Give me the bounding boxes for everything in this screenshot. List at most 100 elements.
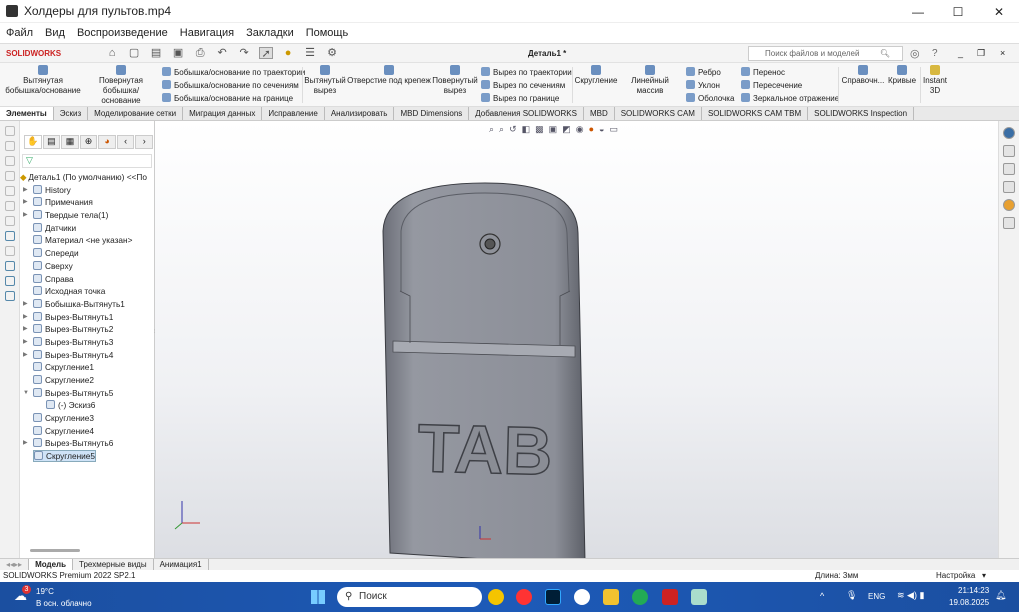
tab-scroll-left-icon[interactable]: ‹ bbox=[116, 135, 135, 149]
menu-playback[interactable]: Воспроизведение bbox=[71, 27, 174, 39]
extruded-boss-button[interactable]: Вытянутая бобышка/основание bbox=[4, 63, 82, 96]
revolved-cut-button[interactable]: Повернутый вырез bbox=[432, 63, 478, 96]
tab-7[interactable]: Добавления SOLIDWORKS bbox=[469, 107, 584, 120]
start-icon[interactable] bbox=[311, 590, 325, 604]
chevron-down-icon[interactable]: ▼ bbox=[23, 387, 29, 400]
tab-11[interactable]: SOLIDWORKS Inspection bbox=[808, 107, 915, 120]
tool-icon[interactable] bbox=[4, 276, 15, 286]
language-indicator[interactable]: ENG bbox=[868, 592, 885, 601]
tree-item[interactable]: Материал <не указан> bbox=[20, 234, 154, 247]
boundary-boss-button[interactable]: Бобышка/основание на границе bbox=[162, 92, 293, 105]
tab-10[interactable]: SOLIDWORKS CAM TBM bbox=[702, 107, 809, 120]
file-properties-icon[interactable]: ☰ bbox=[303, 47, 317, 59]
taskbar-search[interactable]: ⚲ Поиск bbox=[337, 587, 482, 607]
swept-boss-button[interactable]: Бобышка/основание по траектории bbox=[162, 66, 305, 79]
solidworks-icon[interactable] bbox=[662, 589, 678, 605]
taskbar-app-icon[interactable] bbox=[488, 589, 504, 605]
home-icon[interactable]: ⌂ bbox=[105, 47, 119, 59]
open-icon[interactable]: ▤ bbox=[149, 47, 163, 59]
graphics-viewport[interactable]: ⌕ ⌕ ↺ ◧ ▩ ▣ ◩ ◉ ● ◒ ▭ TAB bbox=[155, 121, 998, 558]
new-file-icon[interactable]: ▢ bbox=[127, 47, 141, 59]
settings-dropdown-icon[interactable]: ▾ bbox=[982, 570, 986, 582]
tab-5[interactable]: Анализировать bbox=[325, 107, 395, 120]
menu-bookmarks[interactable]: Закладки bbox=[240, 27, 300, 39]
chevron-right-icon[interactable]: ▶ bbox=[23, 184, 28, 197]
tab-1[interactable]: Эскиз bbox=[54, 107, 89, 120]
taskbar-app-icon[interactable] bbox=[632, 589, 648, 605]
design-library-icon[interactable] bbox=[1003, 145, 1015, 157]
solidworks-resources-icon[interactable] bbox=[1003, 127, 1015, 139]
tree-item[interactable]: Скругление3 bbox=[20, 412, 154, 425]
tree-item[interactable]: ▶ Вырез-Вытянуть6 bbox=[20, 437, 154, 450]
network-volume-icons[interactable]: ≋ ◀) ▮ bbox=[897, 590, 924, 601]
tree-item[interactable]: ▶ Вырез-Вытянуть1 bbox=[20, 311, 154, 324]
tool-icon[interactable] bbox=[4, 231, 15, 241]
tool-icon[interactable] bbox=[4, 126, 15, 136]
file-explorer-icon[interactable] bbox=[1003, 163, 1015, 175]
clock-time[interactable]: 21:14:23 bbox=[958, 586, 989, 595]
tree-item[interactable]: Справа bbox=[20, 273, 154, 286]
tree-item[interactable]: ▶ Твердые тела(1) bbox=[20, 209, 154, 222]
instant-3d-button[interactable]: Instant 3D bbox=[920, 63, 950, 96]
tool-icon[interactable] bbox=[4, 216, 15, 226]
chevron-right-icon[interactable]: ▶ bbox=[23, 311, 28, 324]
notification-bell-icon[interactable]: 🔔︎ bbox=[995, 590, 1006, 601]
draft-button[interactable]: Уклон bbox=[686, 79, 720, 92]
units-settings[interactable]: Настройка bbox=[936, 570, 975, 582]
tool-icon[interactable] bbox=[4, 261, 15, 271]
search-files-input[interactable]: Поиск файлов и моделей 🔍︎ bbox=[748, 46, 903, 61]
photoshop-icon[interactable] bbox=[545, 589, 561, 605]
chevron-right-icon[interactable]: ▶ bbox=[23, 336, 28, 349]
rebuild-icon[interactable]: ● bbox=[281, 47, 295, 59]
tab-scroll-right-icon[interactable]: › bbox=[135, 135, 154, 149]
tool-icon[interactable] bbox=[4, 246, 15, 256]
hole-wizard-button[interactable]: Отверстие под крепеж bbox=[347, 63, 431, 86]
tree-item[interactable]: ▶ Вырез-Вытянуть4 bbox=[20, 349, 154, 362]
curves-button[interactable]: Кривые bbox=[886, 63, 918, 86]
tree-item[interactable]: ▶ Примечания bbox=[20, 196, 154, 209]
print-icon[interactable]: ⎙ bbox=[193, 47, 207, 59]
doc-close-icon[interactable]: × bbox=[1000, 48, 1005, 58]
tree-item[interactable]: Датчики bbox=[20, 222, 154, 235]
revolved-boss-button[interactable]: Повернутая бобышка/основание bbox=[84, 63, 158, 106]
clock-date[interactable]: 19.08.2025 bbox=[949, 598, 989, 607]
tool-icon[interactable] bbox=[4, 141, 15, 151]
extruded-cut-button[interactable]: Вытянутый вырез bbox=[304, 63, 346, 96]
doc-restore-icon[interactable]: ❐ bbox=[977, 48, 985, 59]
display-manager-tab-icon[interactable]: ◕ bbox=[98, 135, 116, 149]
menu-navigation[interactable]: Навигация bbox=[174, 27, 240, 39]
tree-item[interactable]: (-) Эскиз6 bbox=[20, 399, 154, 412]
menu-file[interactable]: Файл bbox=[0, 27, 39, 39]
yandex-browser-icon[interactable] bbox=[574, 589, 590, 605]
options-gear-icon[interactable]: ⚙ bbox=[325, 47, 339, 59]
chevron-right-icon[interactable]: ▶ bbox=[23, 323, 28, 336]
select-icon[interactable]: ➚ bbox=[259, 47, 274, 60]
appearances-icon[interactable] bbox=[1003, 199, 1015, 211]
linear-pattern-button[interactable]: Линейный массив bbox=[618, 63, 682, 96]
reference-geometry-button[interactable]: Справочн... bbox=[840, 63, 886, 86]
tree-item[interactable]: ▶ History bbox=[20, 184, 154, 197]
tree-item[interactable]: Скругление2 bbox=[20, 374, 154, 387]
tree-item[interactable]: Скругление4 bbox=[20, 425, 154, 438]
maximize-button[interactable]: ☐ bbox=[938, 0, 978, 23]
menu-view[interactable]: Вид bbox=[39, 27, 71, 39]
lofted-cut-button[interactable]: Вырез по сечениям bbox=[481, 79, 565, 92]
tree-item[interactable]: ▶ Бобышка-Вытянуть1 bbox=[20, 298, 154, 311]
tool-icon[interactable] bbox=[4, 201, 15, 211]
bottom-tab-2[interactable]: Анимация1 bbox=[154, 559, 209, 570]
tab-8[interactable]: MBD bbox=[584, 107, 615, 120]
wrap-button[interactable]: Перенос bbox=[741, 66, 785, 79]
chevron-right-icon[interactable]: ▶ bbox=[23, 209, 28, 222]
tree-item[interactable]: ▶ Вырез-Вытянуть3 bbox=[20, 336, 154, 349]
dimxpert-tab-icon[interactable]: ⊕ bbox=[79, 135, 98, 149]
tab-scroll-arrows[interactable]: ◂◂▸▸ bbox=[0, 559, 30, 570]
redo-icon[interactable]: ↷ bbox=[237, 47, 251, 59]
property-manager-tab-icon[interactable]: ▤ bbox=[42, 135, 61, 149]
boundary-cut-button[interactable]: Вырез по границе bbox=[481, 92, 559, 105]
yandex-icon[interactable] bbox=[516, 589, 532, 605]
undo-icon[interactable]: ↶ bbox=[215, 47, 229, 59]
menu-help[interactable]: Помощь bbox=[300, 27, 355, 39]
tool-icon[interactable] bbox=[4, 186, 15, 196]
tree-scrollbar[interactable] bbox=[30, 549, 80, 552]
tab-4[interactable]: Исправление bbox=[262, 107, 325, 120]
